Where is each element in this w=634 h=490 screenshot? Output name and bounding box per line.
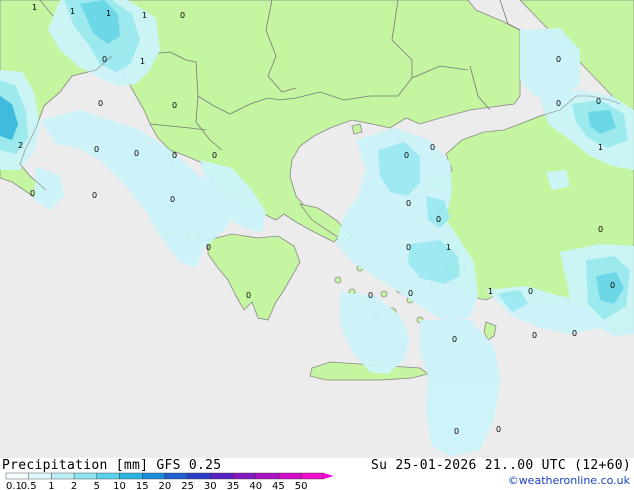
value-label: 0 xyxy=(404,151,409,160)
value-label: 2 xyxy=(18,141,23,150)
value-label: 0 xyxy=(30,189,35,198)
colorbar-tick-label: 2 xyxy=(71,481,77,490)
value-label: 0 xyxy=(92,191,97,200)
value-label: 0 xyxy=(406,199,411,208)
value-label: 0 xyxy=(610,281,615,290)
value-label: 0 xyxy=(206,243,211,252)
colorbar-tick-label: 45 xyxy=(272,481,285,490)
value-label: 0 xyxy=(102,55,107,64)
colorbar-swatch xyxy=(96,472,120,480)
colorbar-swatch xyxy=(164,472,188,480)
colorbar-arrow xyxy=(323,473,334,479)
value-label: 0 xyxy=(172,151,177,160)
colorbar-swatch xyxy=(300,472,325,480)
colorbar-tick-label: 5 xyxy=(94,481,100,490)
value-label: 0 xyxy=(572,329,577,338)
colorbar-tick-label: 0.1 xyxy=(6,481,22,490)
value-label: 0 xyxy=(212,151,217,160)
value-label: 0 xyxy=(170,195,175,204)
value-label: 1 xyxy=(140,57,145,66)
value-label: 0 xyxy=(598,225,603,234)
colorbar-tick-label: 35 xyxy=(227,481,240,490)
colorbar-swatch xyxy=(119,472,143,480)
value-label: 0 xyxy=(556,55,561,64)
value-label: 0 xyxy=(430,143,435,152)
value-label: 0 xyxy=(452,335,457,344)
value-label: 0 xyxy=(172,101,177,110)
colorbar-tick-label: 10 xyxy=(113,481,126,490)
value-label: 1 xyxy=(446,243,451,252)
value-label: 0 xyxy=(596,97,601,106)
colorbar-swatch xyxy=(232,472,256,480)
value-label: 0 xyxy=(528,287,533,296)
credit-link[interactable]: ©weatheronline.co.uk xyxy=(508,474,630,487)
value-label: 0 xyxy=(556,99,561,108)
colorbar-tick-label: 40 xyxy=(249,481,262,490)
chart-title: Precipitation [mm] GFS 0.25 xyxy=(2,458,222,473)
value-label: 0 xyxy=(454,427,459,436)
value-label: 1 xyxy=(488,287,493,296)
value-label: 1 xyxy=(106,9,111,18)
colorbar-swatch xyxy=(73,472,97,480)
land-thasos xyxy=(351,123,363,135)
value-label: 0 xyxy=(246,291,251,300)
value-label: 0 xyxy=(496,425,501,434)
value-label: 0 xyxy=(368,291,373,300)
colorbar-swatch xyxy=(28,472,52,480)
value-label: 1 xyxy=(598,143,603,152)
colorbar-swatch xyxy=(51,472,75,480)
colorbar: 0.10.5 1 2 5 10 15 20 25 30 35 40 45 50 xyxy=(5,472,334,490)
value-label: 0 xyxy=(180,11,185,20)
value-label: 1 xyxy=(70,7,75,16)
value-label: 0 xyxy=(406,243,411,252)
precipitation-map: 1 1 1 1 0 1 0 2 0 0 0 0 0 0 0 0 0 0 0 1 0 0 0 0 1 0 0 0 0 0 0 0 0 0 1 0 0 0 0 0 xyxy=(0,0,634,458)
colorbar-swatch xyxy=(278,472,302,480)
colorbar-swatch xyxy=(255,472,279,480)
value-label: 0 xyxy=(134,149,139,158)
colorbar-swatch xyxy=(141,472,166,480)
colorbar-tick-label: 50 xyxy=(295,481,308,490)
colorbar-tick-label: 1 xyxy=(48,481,54,490)
colorbar-swatch xyxy=(187,472,211,480)
colorbar-tick-label: 30 xyxy=(204,481,217,490)
colorbar-tick-label: 0.5 xyxy=(21,481,37,490)
value-label: 1 xyxy=(142,11,147,20)
colorbar-tick-label: 15 xyxy=(136,481,149,490)
colorbar-tick-label: 20 xyxy=(159,481,172,490)
colorbar-swatch xyxy=(210,472,234,480)
value-label: 0 xyxy=(436,215,441,224)
value-label: 0 xyxy=(408,289,413,298)
value-label: 0 xyxy=(94,145,99,154)
valid-time: Su 25-01-2026 21..00 UTC (12+60) xyxy=(370,458,631,473)
value-label: 0 xyxy=(532,331,537,340)
value-label: 0 xyxy=(98,99,103,108)
value-label: 1 xyxy=(32,3,37,12)
colorbar-tick-label: 25 xyxy=(181,481,194,490)
colorbar-swatch xyxy=(5,472,29,480)
